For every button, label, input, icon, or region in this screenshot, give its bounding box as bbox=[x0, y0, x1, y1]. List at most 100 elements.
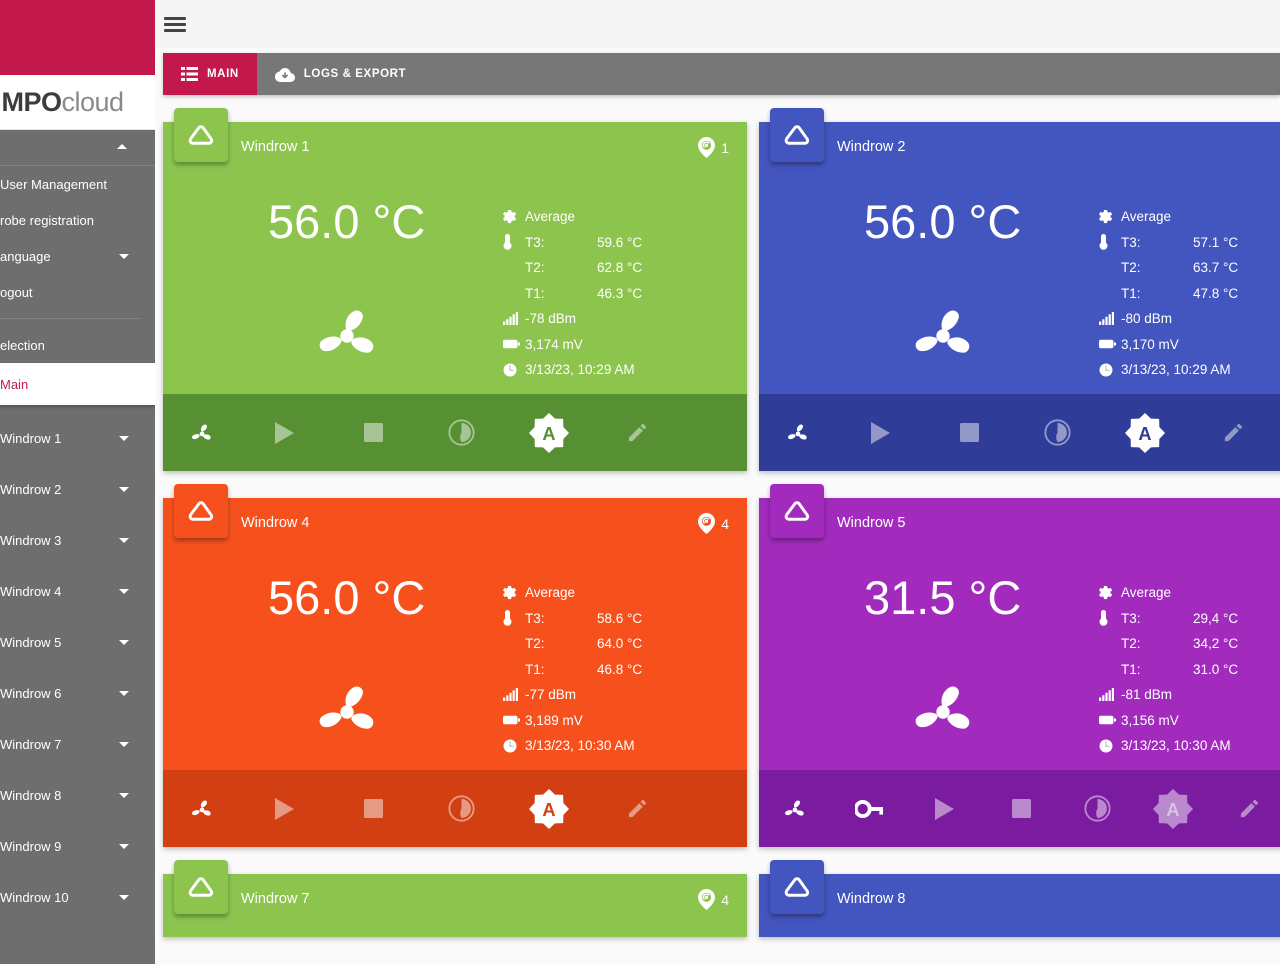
windrow-card[interactable]: Windrow 7 4 bbox=[163, 860, 747, 937]
signal-bars-icon bbox=[503, 312, 525, 326]
stat-t2: T2: 62.8 °C bbox=[503, 255, 642, 281]
stop-button[interactable] bbox=[983, 770, 1059, 847]
stat-label: T3: bbox=[1121, 610, 1141, 626]
auto-mode-button[interactable]: A bbox=[1135, 770, 1211, 847]
battery-icon bbox=[503, 715, 525, 725]
menu-collapse-toggle[interactable] bbox=[0, 130, 155, 166]
sidebar-item-label: Windrow 2 bbox=[0, 482, 62, 497]
gear-icon bbox=[1099, 585, 1121, 600]
stat-value: 46.8 °C bbox=[597, 661, 643, 677]
stat-value: 3/13/23, 10:29 AM bbox=[525, 362, 635, 378]
auto-mode-button[interactable]: A bbox=[505, 770, 593, 847]
play-button[interactable] bbox=[241, 394, 329, 471]
card-body: Windrow 8 bbox=[759, 860, 1280, 937]
windrow-card[interactable]: Windrow 8 bbox=[759, 860, 1280, 937]
card-title: Windrow 2 bbox=[837, 139, 906, 155]
timer-button[interactable] bbox=[417, 394, 505, 471]
card-title: Windrow 8 bbox=[837, 891, 906, 907]
location-pin-icon bbox=[698, 513, 716, 534]
sidebar-item-windrow-3[interactable]: Windrow 3 bbox=[0, 515, 155, 566]
sidebar: MPO cloud User Management robe registrati… bbox=[0, 0, 155, 964]
timer-button[interactable] bbox=[1013, 394, 1101, 471]
tab-label: MAIN bbox=[207, 68, 239, 80]
stat-value: 46.3 °C bbox=[597, 285, 643, 301]
sidebar-item-windrow-4[interactable]: Windrow 4 bbox=[0, 566, 155, 617]
svg-text:A: A bbox=[542, 799, 555, 820]
windrow-card[interactable]: Windrow 1 1 56.0 °C Average T3: 59.6 °C T2: 62.… bbox=[163, 108, 747, 471]
edit-button[interactable] bbox=[593, 394, 681, 471]
stat-average: Average bbox=[1099, 204, 1238, 230]
thermometer-icon bbox=[1099, 610, 1121, 626]
key-button[interactable] bbox=[831, 770, 907, 847]
play-button[interactable] bbox=[907, 770, 983, 847]
sidebar-item-windrow-10[interactable]: Windrow 10 bbox=[0, 872, 155, 923]
stat-value: 31.0 °C bbox=[1193, 661, 1239, 677]
play-button[interactable] bbox=[837, 394, 925, 471]
stop-button[interactable] bbox=[329, 394, 417, 471]
fan-toggle-button[interactable] bbox=[759, 770, 831, 847]
edit-button[interactable] bbox=[1211, 770, 1280, 847]
stat-value: 59.6 °C bbox=[597, 234, 643, 250]
stat-label: T2: bbox=[525, 636, 545, 652]
brand-logo-light: cloud bbox=[61, 86, 124, 117]
stat-value: -78 dBm bbox=[525, 311, 577, 327]
card-title: Windrow 5 bbox=[837, 515, 906, 531]
sidebar-item-probe-registration[interactable]: robe registration bbox=[0, 202, 155, 238]
sidebar-item-language[interactable]: anguage bbox=[0, 238, 155, 274]
tab-logs-and-export[interactable]: LOGS & EXPORT bbox=[257, 53, 424, 95]
sidebar-item-label: election bbox=[0, 337, 45, 353]
tab-main[interactable]: MAIN bbox=[163, 53, 257, 95]
windrow-card[interactable]: Windrow 5 31.5 °C Average T3: 29,4 °C T2: 34,2… bbox=[759, 484, 1280, 847]
sidebar-item-label: robe registration bbox=[0, 212, 94, 228]
card-stats: Average T3: 59.6 °C T2: 62.8 °C T1: 46.3 °C -78… bbox=[503, 204, 642, 383]
sidebar-item-label: Windrow 1 bbox=[0, 431, 62, 446]
sidebar-item-windrow-2[interactable]: Windrow 2 bbox=[0, 464, 155, 515]
sidebar-item-selection[interactable]: election bbox=[0, 327, 155, 363]
timer-button[interactable] bbox=[1059, 770, 1135, 847]
windrow-card[interactable]: Windrow 4 4 56.0 °C Average T3: 58.6 °C T2: 64.… bbox=[163, 484, 747, 847]
play-button[interactable] bbox=[241, 770, 329, 847]
average-temperature: 56.0 °C bbox=[268, 571, 426, 624]
stat-value: 58.6 °C bbox=[597, 610, 643, 626]
edit-button[interactable] bbox=[1189, 394, 1277, 471]
sidebar-item-user-management[interactable]: User Management bbox=[0, 166, 155, 202]
card-stats: Average T3: 29,4 °C T2: 34,2 °C T1: 31.0 °C -81… bbox=[1099, 580, 1238, 759]
sidebar-item-main[interactable]: Main bbox=[0, 363, 155, 405]
sidebar-item-windrow-8[interactable]: Windrow 8 bbox=[0, 770, 155, 821]
sidebar-item-windrow-5[interactable]: Windrow 5 bbox=[0, 617, 155, 668]
stat-value: 57.1 °C bbox=[1193, 234, 1239, 250]
fan-toggle-button[interactable] bbox=[759, 394, 837, 471]
fan-toggle-button[interactable] bbox=[163, 394, 241, 471]
stat-signal: -77 dBm bbox=[503, 682, 642, 708]
timer-button[interactable] bbox=[417, 770, 505, 847]
fan-toggle-button[interactable] bbox=[163, 770, 241, 847]
chevron-up-icon bbox=[117, 144, 127, 149]
gear-icon bbox=[1099, 209, 1121, 224]
stat-battery: 3,156 mV bbox=[1099, 708, 1238, 734]
windrow-card[interactable]: Windrow 2 56.0 °C Average T3: 57.1 °C T2: 63.7… bbox=[759, 108, 1280, 471]
stat-label: Average bbox=[525, 209, 576, 225]
fan-status-icon bbox=[308, 673, 386, 751]
stat-value: 3,174 mV bbox=[525, 336, 583, 352]
brand-logo: MPO cloud bbox=[0, 75, 155, 130]
edit-button[interactable] bbox=[593, 770, 681, 847]
stop-button[interactable] bbox=[925, 394, 1013, 471]
card-toolbar: A bbox=[163, 394, 747, 471]
signal-bars-icon bbox=[1099, 312, 1121, 326]
list-icon bbox=[181, 67, 198, 81]
auto-mode-button[interactable]: A bbox=[1101, 394, 1189, 471]
card-body: Windrow 2 56.0 °C Average T3: 57.1 °C T2: 63.7… bbox=[759, 108, 1280, 394]
hamburger-menu-icon[interactable] bbox=[164, 14, 186, 35]
sidebar-item-windrow-7[interactable]: Windrow 7 bbox=[0, 719, 155, 770]
stop-button[interactable] bbox=[329, 770, 417, 847]
stat-label: T2: bbox=[525, 260, 545, 276]
card-stats: Average T3: 57.1 °C T2: 63.7 °C T1: 47.8 °C -80… bbox=[1099, 204, 1238, 383]
stat-signal: -81 dBm bbox=[1099, 682, 1238, 708]
sidebar-item-windrow-9[interactable]: Windrow 9 bbox=[0, 821, 155, 872]
auto-mode-button[interactable]: A bbox=[505, 394, 593, 471]
stat-value: 62.8 °C bbox=[597, 260, 643, 276]
sidebar-item-logout[interactable]: ogout bbox=[0, 274, 155, 310]
sidebar-item-windrow-6[interactable]: Windrow 6 bbox=[0, 668, 155, 719]
sidebar-item-windrow-1[interactable]: Windrow 1 bbox=[0, 413, 155, 464]
chevron-down-icon bbox=[119, 895, 129, 900]
